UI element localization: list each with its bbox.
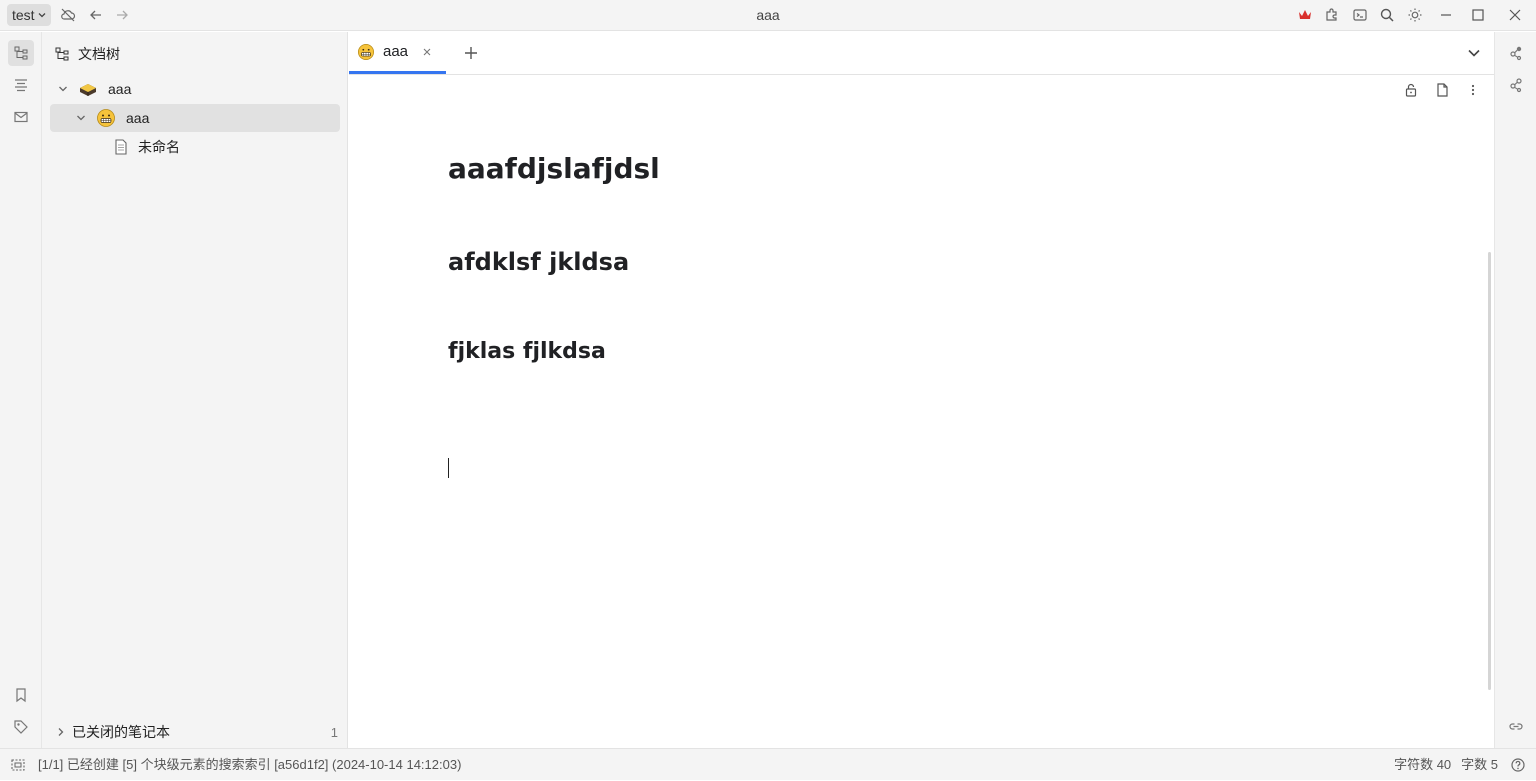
- document-info-icon[interactable]: [1432, 80, 1452, 100]
- chevron-right-icon[interactable]: [54, 725, 68, 739]
- chevron-down-icon: [37, 10, 47, 20]
- inbox-mail-icon[interactable]: [8, 104, 34, 130]
- tab-label: aaa: [383, 43, 409, 60]
- minimize-icon[interactable]: [1436, 5, 1456, 25]
- status-bar: [1/1] 已经创建 [5] 个块级元素的搜索索引 [a56d1f2] (202…: [0, 748, 1536, 780]
- maximize-icon[interactable]: [1468, 5, 1488, 25]
- forward-arrow-icon[interactable]: [112, 5, 132, 25]
- bookmark-icon[interactable]: [8, 682, 34, 708]
- unlock-icon[interactable]: [1401, 80, 1421, 100]
- title-bar: test aaa: [0, 0, 1536, 31]
- left-dock: [0, 32, 42, 748]
- command-palette-icon[interactable]: [1350, 5, 1370, 25]
- chevron-down-icon[interactable]: [56, 82, 70, 96]
- crown-icon[interactable]: [1295, 5, 1315, 25]
- global-graph-icon[interactable]: [1503, 72, 1529, 98]
- dock-toggle-icon[interactable]: [8, 755, 28, 775]
- heading-3[interactable]: fjklas fjlkdsa: [448, 339, 606, 364]
- tree-item-label: aaa: [126, 110, 150, 126]
- theme-sun-icon[interactable]: [1405, 5, 1425, 25]
- tab-document[interactable]: aaa: [349, 32, 446, 74]
- tree-item-notebook[interactable]: aaa: [50, 75, 340, 103]
- word-count: 字数 5: [1461, 757, 1498, 772]
- heading-2[interactable]: afdklsf jkldsa: [448, 248, 629, 276]
- more-options-icon[interactable]: [1463, 80, 1483, 100]
- tag-icon[interactable]: [8, 714, 34, 740]
- editor[interactable]: aaafdjslafjdsl afdklsf jkldsa fjklas fjl…: [349, 76, 1494, 748]
- closed-notebooks-count: 1: [330, 724, 338, 740]
- panel-header: 文档树: [54, 42, 120, 66]
- editor-scrollbar[interactable]: [1488, 252, 1491, 690]
- notebook-emoji-icon: [78, 79, 98, 99]
- plugin-icon[interactable]: [1322, 5, 1342, 25]
- tree-item-subdocument[interactable]: 未命名: [50, 133, 340, 161]
- outline-icon[interactable]: [8, 72, 34, 98]
- close-window-icon[interactable]: [1505, 5, 1525, 25]
- help-icon[interactable]: [1508, 755, 1528, 775]
- right-dock: [1494, 32, 1536, 748]
- add-tab-icon[interactable]: [461, 43, 481, 63]
- tree-item-label: aaa: [108, 81, 132, 97]
- panel-title: 文档树: [78, 46, 120, 62]
- cloud-sync-off-icon[interactable]: [58, 5, 78, 25]
- workspace-switcher[interactable]: test: [7, 4, 51, 26]
- closed-notebooks[interactable]: 已关闭的笔记本 1: [54, 720, 338, 744]
- file-tree-icon[interactable]: [8, 40, 34, 66]
- status-message: [1/1] 已经创建 [5] 个块级元素的搜索索引 [a56d1f2] (202…: [38, 757, 462, 772]
- workspace-name: test: [12, 7, 35, 23]
- chevron-down-icon[interactable]: [74, 111, 88, 125]
- tab-list-chevron-icon[interactable]: [1464, 43, 1484, 63]
- grimacing-face-emoji-icon: [96, 108, 116, 128]
- status-counts: 字符数 40 字数 5: [1394, 749, 1498, 781]
- heading-1[interactable]: aaafdjslafjdsl: [448, 152, 660, 185]
- document-icon: [112, 138, 130, 156]
- tab-bar: aaa: [349, 32, 1494, 75]
- backlink-icon[interactable]: [1503, 714, 1529, 740]
- grimacing-face-emoji-icon: [357, 43, 375, 61]
- close-tab-icon[interactable]: [422, 47, 432, 57]
- file-tree-panel: 文档树 aaa aaa 未命名 已关闭的笔记本 1: [42, 32, 348, 748]
- graph-view-icon[interactable]: [1503, 40, 1529, 66]
- file-tree-icon: [54, 46, 70, 62]
- char-count: 字符数 40: [1394, 757, 1452, 772]
- search-icon[interactable]: [1377, 5, 1397, 25]
- closed-notebooks-label: 已关闭的笔记本: [72, 724, 170, 740]
- text-caret: [448, 458, 449, 478]
- back-arrow-icon[interactable]: [86, 5, 106, 25]
- tree-item-document[interactable]: aaa: [50, 104, 340, 132]
- tree-item-label: 未命名: [138, 139, 180, 155]
